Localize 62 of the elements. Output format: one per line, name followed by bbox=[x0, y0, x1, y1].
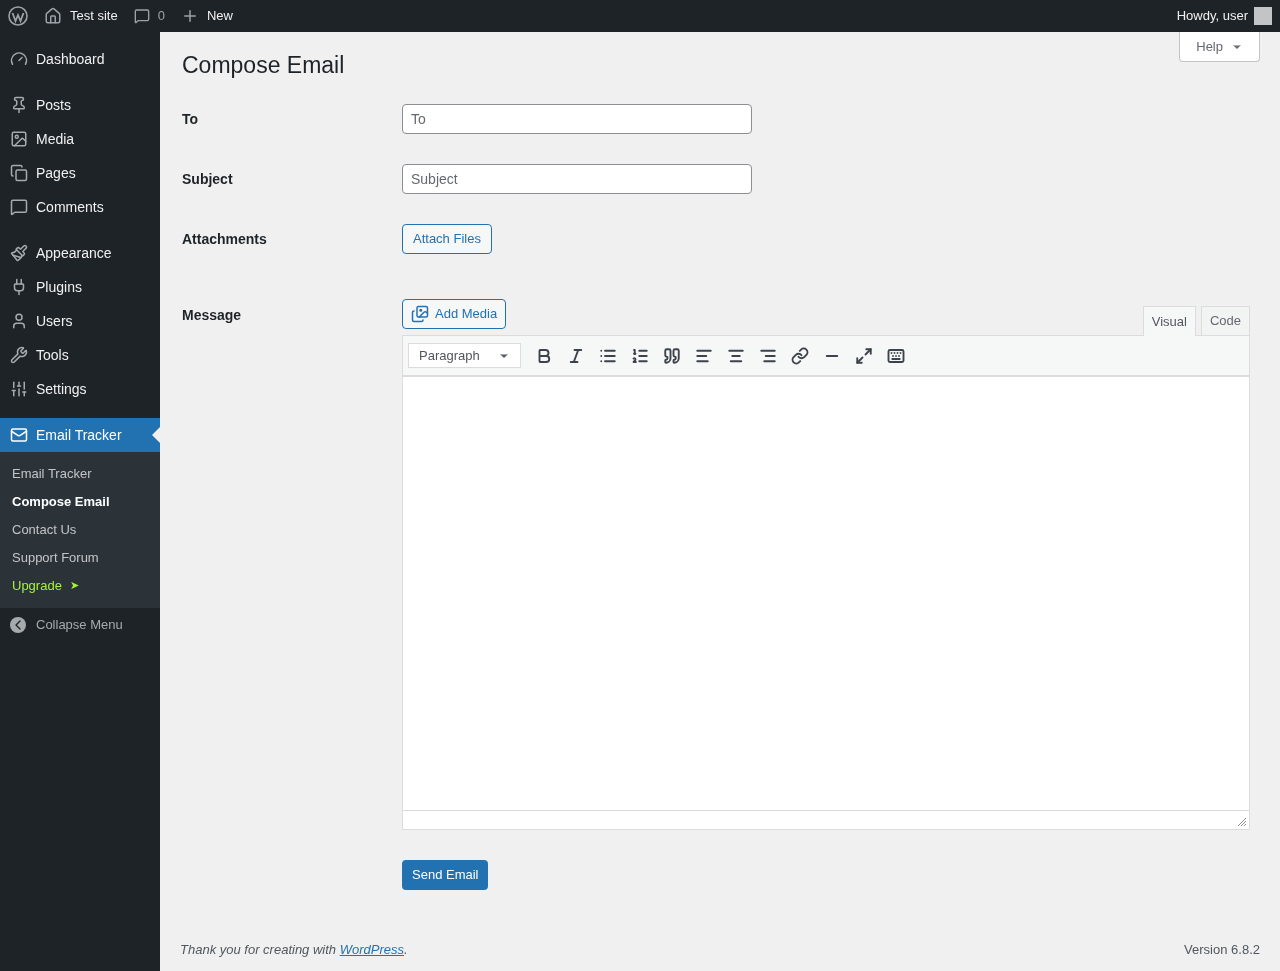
fullscreen-icon[interactable] bbox=[855, 346, 873, 365]
wrench-icon bbox=[10, 346, 28, 364]
field-label: To bbox=[182, 110, 200, 129]
submenu-item[interactable]: Contact Us bbox=[0, 516, 160, 544]
field-label: Message bbox=[182, 306, 243, 325]
brush-icon bbox=[10, 244, 28, 262]
site-link[interactable]: Test site bbox=[70, 6, 118, 26]
help-tab[interactable]: Help bbox=[1179, 32, 1260, 62]
media-icon bbox=[411, 305, 429, 323]
field-label: Subject bbox=[182, 170, 234, 189]
menu-item[interactable]: Email Tracker bbox=[0, 418, 160, 452]
menu-item[interactable]: Dashboard bbox=[0, 42, 160, 76]
version-text: Version 6.8.2 bbox=[1184, 940, 1260, 959]
menu-item[interactable]: Pages bbox=[0, 156, 160, 190]
editor-tab[interactable]: Code bbox=[1200, 306, 1250, 335]
link-icon[interactable] bbox=[791, 346, 809, 365]
submenu-item[interactable]: Compose Email bbox=[0, 488, 160, 516]
submenu-item[interactable]: Upgrade ➤ bbox=[0, 572, 160, 600]
dashboard-icon bbox=[10, 50, 28, 68]
quote-icon[interactable] bbox=[663, 346, 681, 365]
send-email-button[interactable]: Send Email bbox=[402, 860, 489, 890]
submenu-item[interactable]: Email Tracker bbox=[0, 460, 160, 488]
italic-icon[interactable] bbox=[567, 346, 585, 365]
media-icon bbox=[10, 130, 28, 148]
subject-field[interactable]: Subject bbox=[402, 164, 752, 194]
collapse-menu[interactable]: Collapse Menu bbox=[0, 608, 160, 642]
sliders-icon bbox=[10, 380, 28, 398]
menu-item[interactable]: Posts bbox=[0, 88, 160, 122]
collapse-icon bbox=[10, 617, 26, 633]
resize-handle-icon[interactable] bbox=[1237, 817, 1247, 827]
menu-item[interactable]: Comments bbox=[0, 190, 160, 224]
comment-icon[interactable] bbox=[133, 8, 150, 24]
wordpress-logo-icon[interactable] bbox=[8, 6, 28, 26]
pages-icon bbox=[10, 164, 28, 182]
user-icon bbox=[10, 312, 28, 330]
current-pointer-icon bbox=[152, 427, 160, 443]
menu-item[interactable]: Plugins bbox=[0, 270, 160, 304]
menu-item[interactable]: Settings bbox=[0, 372, 160, 406]
menu-item[interactable]: Tools bbox=[0, 338, 160, 372]
pin-icon bbox=[10, 96, 28, 114]
footer-text: Thank you for creating with WordPress. bbox=[180, 940, 408, 959]
to-field[interactable]: To bbox=[402, 104, 752, 134]
field-label: Attachments bbox=[182, 230, 268, 249]
new-link[interactable]: New bbox=[206, 6, 233, 26]
comment-count[interactable]: 0 bbox=[157, 6, 165, 26]
envelope-icon bbox=[10, 426, 28, 444]
menu-item[interactable]: Appearance bbox=[0, 236, 160, 270]
greeting[interactable]: Howdy, user bbox=[1176, 6, 1248, 26]
wordpress-link[interactable]: WordPress bbox=[339, 941, 404, 957]
editor-tab[interactable]: Visual bbox=[1142, 306, 1196, 336]
submenu-item[interactable]: Support Forum bbox=[0, 544, 160, 572]
avatar-placeholder bbox=[1254, 7, 1272, 25]
add-media-button[interactable]: Add Media bbox=[402, 299, 507, 329]
home-icon[interactable] bbox=[44, 7, 62, 25]
comment-icon bbox=[10, 198, 28, 216]
page-title: Compose Email bbox=[182, 51, 346, 80]
attach-files-button[interactable]: Attach Files bbox=[402, 224, 492, 254]
menu-item[interactable]: Media bbox=[0, 122, 160, 156]
keyboard-icon[interactable] bbox=[887, 346, 905, 365]
numbered-list-icon[interactable] bbox=[631, 346, 649, 365]
menu-item[interactable]: Users bbox=[0, 304, 160, 338]
format-select[interactable]: Paragraph bbox=[408, 343, 521, 368]
